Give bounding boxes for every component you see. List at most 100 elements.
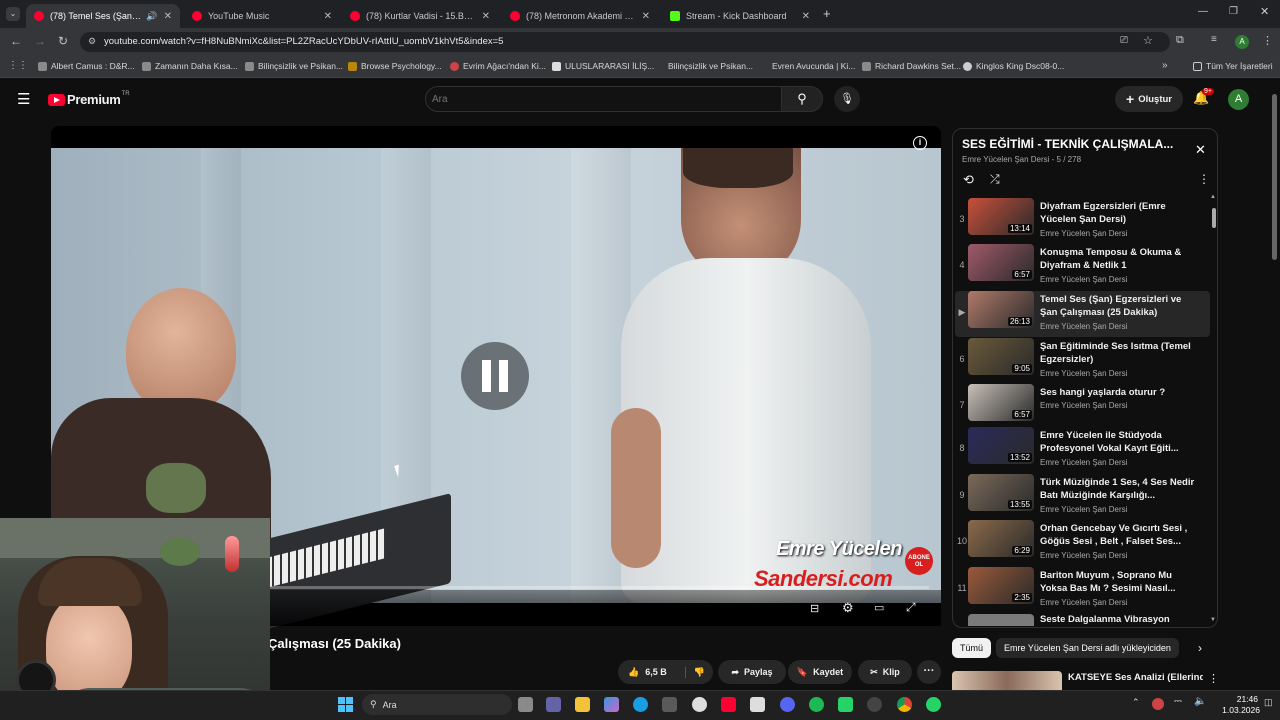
playlist-item[interactable]: 4 6:57 Konuşma Temposu & Okuma & Diyafram … [955,244,1210,290]
search-input[interactable] [432,90,762,108]
chrome-icon[interactable] [897,697,912,712]
bookmark-item[interactable]: ULUSLARARASI İLİŞ... [552,61,654,71]
playlist-title[interactable]: SES EĞİTİMİ - TEKNİK ÇALIŞMALA... [962,137,1182,151]
network-icon[interactable]: ⎓ [1174,696,1182,707]
notification-center-icon[interactable]: ◫ [1264,697,1273,708]
hamburger-menu-icon[interactable]: ☰ [17,90,30,108]
close-icon[interactable]: ✕ [482,11,490,22]
taskbar-search[interactable]: ⚲ Ara [362,694,512,715]
bookmark-item[interactable]: Albert Camus : D&R... [38,61,135,71]
playlist-item-partial[interactable]: Seste Dalgalanma Vibrasyon [955,612,1210,626]
like-button[interactable]: 👍 6,5 B 👎 [618,660,713,684]
spotify-icon[interactable] [809,697,824,712]
close-icon[interactable]: ✕ [164,11,172,22]
youtube-app-icon[interactable] [721,697,736,712]
playlist-scrollbar[interactable] [1212,208,1216,228]
playlist-item-current[interactable]: ▶ 26:13 Temel Ses (Şan) Egzersizleri ve Şa… [955,291,1210,337]
create-button[interactable]: + Oluştur [1115,86,1183,112]
related-menu-icon[interactable]: ⋮ [1208,672,1219,685]
search-button[interactable]: ⚲ [781,86,823,112]
bookmark-item[interactable]: Bilinçsizlik ve Psikan... [668,61,753,71]
bookmark-star-icon[interactable]: ☆ [1143,34,1153,47]
tab[interactable]: Stream - Kick Dashboard ✕ [662,4,818,28]
extensions-icon[interactable]: ⧉ [1176,34,1184,47]
page-scrollbar[interactable] [1272,94,1277,260]
bookmark-item[interactable]: Richard Dawkins Set... [862,61,961,71]
bookmark-item[interactable]: Browse Psychology... [348,61,442,71]
clip-button[interactable]: ✂ Klip [858,660,912,684]
close-icon[interactable]: ✕ [642,11,650,22]
tab-active[interactable]: (78) Temel Ses (Şan) Egzersi 🔊 ✕ [26,4,180,28]
subscribe-badge[interactable]: ABONE OL [905,547,933,575]
site-info-icon[interactable]: ⚙ [88,36,96,47]
close-icon[interactable]: ✕ [324,11,332,22]
voice-search-button[interactable]: 🎙 [834,86,860,112]
store-icon[interactable] [662,697,677,712]
playlist-item[interactable]: 9 13:55 Türk Müziğinde 1 Ses, 4 Ses Nedir … [955,474,1210,520]
new-tab-button[interactable]: + [823,6,831,21]
playlist-item[interactable]: 3 13:14 Diyafram Egzersizleri (Emre Yücele… [955,198,1210,244]
youtube-logo[interactable]: Premium TR [48,91,130,107]
bookmark-item[interactable]: Zamanın Daha Kısa... [142,61,238,71]
tab[interactable]: (78) Metronom Akademi | 4. Bö ✕ [502,4,658,28]
save-button[interactable]: 🔖 Kaydet [788,660,852,684]
tab-search-button[interactable]: ⌄ [6,7,20,21]
minimize-button[interactable]: — [1198,6,1208,17]
chip-all[interactable]: Tümü [952,638,992,658]
obs-icon[interactable] [867,697,882,712]
tab[interactable]: YouTube Music ✕ [184,4,340,28]
teams-icon[interactable] [546,697,561,712]
user-avatar[interactable]: A [1228,89,1249,110]
bookmark-item[interactable]: Bilinçsizlik ve Psikan... [245,61,343,71]
dislike-icon[interactable]: 👎 [684,666,705,678]
all-bookmarks-folder[interactable]: Tüm Yer İşaretleri [1193,61,1273,71]
forward-button[interactable]: → [34,34,46,48]
browser-menu-icon[interactable]: ⋮ [1262,34,1273,47]
restore-button[interactable]: ❐ [1229,6,1238,17]
chatgpt-icon[interactable] [692,697,707,712]
theater-mode-icon[interactable]: ▭ [874,601,884,614]
whatsapp-business-icon[interactable] [838,697,853,712]
install-app-icon[interactable]: ⎚ [1120,35,1128,46]
related-thumbnail[interactable] [952,671,1062,691]
bookmark-item[interactable]: Kinglos King Dsc08-0... [963,61,1064,71]
playlist-item[interactable]: 7 6:57 Ses hangi yaşlarda oturur ? Emre Yüc… [955,384,1210,430]
video-info-icon[interactable]: i [913,136,927,150]
speaker-icon[interactable]: 🔊 [146,11,157,22]
clock-time[interactable]: 21:46 [1222,694,1258,704]
bookmark-item[interactable]: Evren Avucunda | Ki... [772,61,855,71]
volume-icon[interactable]: 🔈 [1194,696,1206,707]
related-title[interactable]: KATSEYE Ses Analizi (Ellerinde [1068,672,1203,683]
share-button[interactable]: ➦ Paylaş [718,660,786,684]
pause-button[interactable] [461,342,529,410]
reload-button[interactable]: ↻ [58,34,68,48]
tray-app-icon[interactable] [1152,698,1164,710]
profile-avatar[interactable]: A [1235,35,1249,49]
playlist-item[interactable]: 10 6:29 Orhan Gencebay Ve Gıcırtı Sesi , G… [955,520,1210,566]
task-view-icon[interactable] [518,697,533,712]
back-button[interactable]: ← [10,34,22,48]
loop-icon[interactable]: ⟲ [963,172,974,188]
start-button[interactable] [338,697,353,712]
window-close-button[interactable]: ✕ [1260,5,1269,18]
scroll-up-arrow[interactable]: ▲ [1210,194,1216,200]
edge-icon[interactable] [633,697,648,712]
playlist-item[interactable]: 8 13:52 Emre Yücelen ile Stüdyoda Profesyo… [955,427,1210,473]
playlist-item[interactable]: 6 9:05 Şan Eğitiminde Ses Isıtma (Temel Eg… [955,338,1210,384]
capcut-icon[interactable] [750,697,765,712]
media-controls-icon[interactable]: ≡ [1211,34,1217,45]
playlist-menu-icon[interactable]: ⋮ [1198,172,1210,186]
settings-gear-icon[interactable]: ⚙ [842,600,854,616]
bookmark-item[interactable]: Evrim Ağacı'ndan Ki... [450,61,546,71]
shuffle-icon[interactable]: ⤮ [990,172,1000,187]
clock-date[interactable]: 1.03.2026 [1214,705,1260,715]
tab[interactable]: (78) Kurtlar Vadisi - 15.Bölüm | ✕ [342,4,498,28]
scroll-down-arrow[interactable]: ▼ [1210,617,1216,623]
whatsapp-icon[interactable] [926,697,941,712]
copilot-icon[interactable] [604,697,619,712]
playlist-item[interactable]: 11 2:35 Bariton Muyum , Soprano Mu Yoksa B… [955,567,1210,613]
more-actions-button[interactable]: ··· [917,660,941,684]
subtitles-button[interactable]: ⊟ [810,602,819,615]
discord-icon[interactable] [780,697,795,712]
file-explorer-icon[interactable] [575,697,590,712]
